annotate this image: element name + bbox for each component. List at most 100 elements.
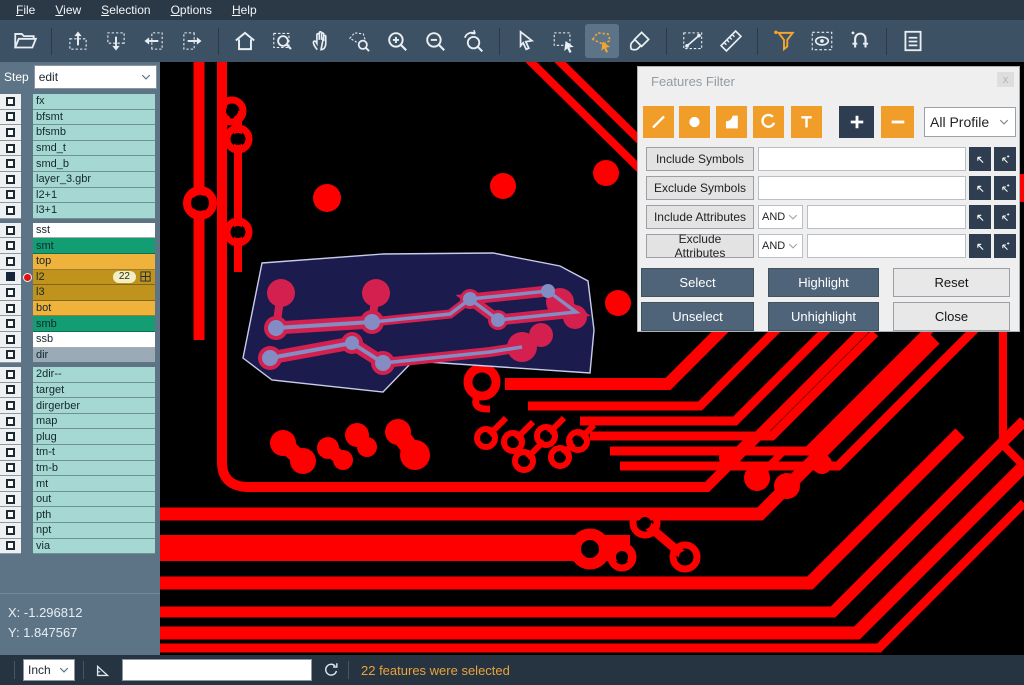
layer-checkbox[interactable] [6, 175, 15, 184]
exclude-symbols-pick-button[interactable] [969, 176, 991, 200]
select-cursor-button[interactable] [509, 24, 543, 58]
filter-type-surface-button[interactable] [716, 106, 747, 138]
include-attributes-pick-add-button[interactable] [994, 205, 1016, 229]
menu-options[interactable]: Options [161, 1, 222, 19]
layer-label[interactable]: plug [33, 429, 155, 445]
filter-type-arc-button[interactable] [753, 106, 784, 138]
layer-checkbox[interactable] [6, 463, 15, 472]
close-button[interactable]: Close [893, 302, 1010, 331]
layer-checkbox[interactable] [6, 495, 15, 504]
layer-checkbox[interactable] [6, 385, 15, 394]
open-folder-button[interactable] [8, 24, 42, 58]
include-symbols-button[interactable]: Include Symbols [646, 147, 754, 171]
layer-checkbox[interactable] [6, 226, 15, 235]
layer-checkbox[interactable] [6, 288, 15, 297]
command-input[interactable] [122, 659, 312, 681]
include-attributes-button[interactable]: Include Attributes [646, 205, 754, 229]
layer-checkbox[interactable] [6, 510, 15, 519]
layer-label[interactable]: layer_3.gbr [33, 172, 155, 188]
exclude-symbols-pick-add-button[interactable] [994, 176, 1016, 200]
zoom-window-button[interactable] [266, 24, 300, 58]
measure-distance-button[interactable] [676, 24, 710, 58]
layer-checkbox[interactable] [6, 350, 15, 359]
layer-checkbox[interactable] [6, 159, 15, 168]
exclude-symbols-input[interactable] [758, 176, 966, 200]
layer-checkbox[interactable] [6, 432, 15, 441]
layer-checkbox[interactable] [6, 241, 15, 250]
layer-label[interactable]: l2+1 [33, 188, 155, 204]
zoom-out-button[interactable] [418, 24, 452, 58]
pan-down-button[interactable] [99, 24, 133, 58]
layer-label[interactable]: smt [33, 238, 155, 254]
layer-label[interactable]: bfsmb [33, 125, 155, 141]
layer-label[interactable]: mt [33, 476, 155, 492]
zoom-previous-button[interactable] [456, 24, 490, 58]
select-rect-button[interactable] [547, 24, 581, 58]
layer-label[interactable]: tm-t [33, 445, 155, 461]
include-symbols-pick-button[interactable] [969, 147, 991, 171]
view-options-button[interactable] [805, 24, 839, 58]
layer-label[interactable]: out [33, 492, 155, 508]
layer-checkbox[interactable] [6, 144, 15, 153]
layer-checkbox[interactable] [6, 541, 15, 550]
exclude-attributes-and-select[interactable]: AND [758, 234, 803, 258]
layer-label[interactable]: npt [33, 523, 155, 539]
layer-label[interactable]: fx [33, 94, 155, 110]
menu-view[interactable]: View [45, 1, 91, 19]
polarity-negative-button[interactable] [881, 106, 914, 138]
layer-label[interactable]: pth [33, 507, 155, 523]
layer-label[interactable]: via [33, 539, 155, 555]
step-select[interactable]: edit [34, 65, 157, 89]
units-select[interactable]: Inch [23, 659, 75, 681]
polarity-positive-button[interactable] [839, 106, 874, 138]
unselect-button[interactable]: Unselect [641, 302, 754, 331]
layer-label[interactable]: top [33, 254, 155, 270]
zoom-polygon-button[interactable] [342, 24, 376, 58]
layer-label[interactable]: target [33, 383, 155, 399]
layer-label[interactable]: l222 [33, 270, 155, 286]
layer-checkbox[interactable] [6, 206, 15, 215]
layer-checkbox[interactable] [6, 190, 15, 199]
exclude-attributes-pick-button[interactable] [969, 234, 991, 258]
panel-list-button[interactable] [896, 24, 930, 58]
layer-label[interactable]: ssb [33, 332, 155, 348]
include-attributes-pick-button[interactable] [969, 205, 991, 229]
layer-checkbox[interactable] [6, 448, 15, 457]
layer-label[interactable]: smd_b [33, 156, 155, 172]
layer-checkbox[interactable] [6, 417, 15, 426]
layer-label[interactable]: smd_t [33, 141, 155, 157]
include-symbols-pick-add-button[interactable] [994, 147, 1016, 171]
layer-label[interactable]: 2dir-- [33, 367, 155, 383]
menu-selection[interactable]: Selection [91, 1, 160, 19]
layer-checkbox[interactable] [6, 97, 15, 106]
pan-hand-button[interactable] [304, 24, 338, 58]
layer-label[interactable]: dir [33, 348, 155, 364]
layer-label[interactable]: dirgerber [33, 398, 155, 414]
layer-checkbox[interactable] [6, 272, 15, 281]
pan-right-button[interactable] [175, 24, 209, 58]
layer-checkbox[interactable] [6, 479, 15, 488]
menu-help[interactable]: Help [222, 1, 267, 19]
layer-label[interactable]: tm-b [33, 461, 155, 477]
filter-type-text-button[interactable] [791, 106, 822, 138]
measure-ruler-button[interactable] [714, 24, 748, 58]
include-attributes-input[interactable] [807, 205, 966, 229]
select-polygon-button[interactable] [585, 24, 619, 58]
select-button[interactable]: Select [641, 268, 754, 297]
layer-checkbox[interactable] [6, 401, 15, 410]
layer-label[interactable]: l3+1 [33, 203, 155, 219]
pan-up-button[interactable] [61, 24, 95, 58]
layer-checkbox[interactable] [6, 304, 15, 313]
pan-left-button[interactable] [137, 24, 171, 58]
layer-checkbox[interactable] [6, 526, 15, 535]
filter-type-pad-button[interactable] [679, 106, 710, 138]
layer-checkbox[interactable] [6, 257, 15, 266]
unhighlight-button[interactable]: Unhighlight [768, 302, 879, 331]
layer-checkbox[interactable] [6, 128, 15, 137]
snap-button[interactable] [843, 24, 877, 58]
layer-checkbox[interactable] [6, 370, 15, 379]
layer-label[interactable]: bot [33, 301, 155, 317]
close-icon[interactable]: x [997, 72, 1014, 87]
clean-brush-button[interactable] [623, 24, 657, 58]
exclude-attributes-input[interactable] [807, 234, 966, 258]
